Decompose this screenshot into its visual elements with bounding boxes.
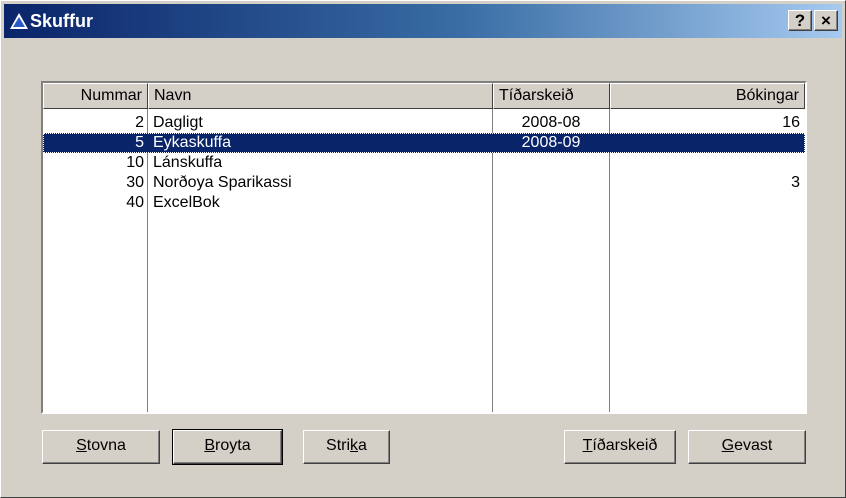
cell-navn: ExcelBok [153, 194, 220, 211]
cell-bokingar: 16 [782, 114, 800, 131]
cell-bokingar [613, 133, 800, 153]
title-bar[interactable]: Skuffur ? × [4, 4, 842, 38]
list-header: Nummar Navn Tíðarskeið Bókingar [43, 83, 805, 109]
strika-button[interactable]: Strika [303, 430, 390, 464]
gevast-label-rest: evast [734, 437, 773, 454]
cell-navn: Norðoya Sparikassi [153, 174, 292, 191]
tidarskeid-mnemonic: T [582, 437, 593, 454]
strika-label-rest: a [358, 437, 367, 454]
table-row[interactable]: 5 Eykaskuffa 2008-09 [43, 133, 805, 153]
cell-tidarskeid: 2008-09 [521, 134, 581, 151]
column-header-nummar[interactable]: Nummar [43, 83, 148, 109]
app-triangle-icon [10, 13, 28, 29]
tidarskeid-button[interactable]: Tíðarskeið [564, 430, 676, 464]
strika-label-pre: Stri [326, 437, 351, 454]
cell-nummar: 30 [126, 174, 144, 191]
table-row[interactable]: 2 Dagligt 2008-08 16 [43, 113, 805, 133]
column-header-navn[interactable]: Navn [148, 83, 493, 109]
cell-nummar: 40 [126, 194, 144, 211]
window-title: Skuffur [30, 11, 93, 31]
table-row[interactable]: 30 Norðoya Sparikassi 3 [43, 173, 805, 193]
broyta-label-rest: royta [215, 437, 251, 454]
help-button[interactable]: ? [788, 10, 812, 31]
cell-tidarskeid: 2008-08 [521, 114, 581, 131]
stovna-button[interactable]: Stovna [42, 430, 160, 464]
cell-tidarskeid [497, 173, 605, 193]
table-row[interactable]: 10 Lánskuffa [43, 153, 805, 173]
skuffur-dialog: Skuffur ? × Nummar Navn Tíðarskeið Bókin… [0, 0, 846, 498]
cell-bokingar: 3 [791, 174, 800, 191]
tidarskeid-label-rest: íðarskeið [592, 437, 658, 454]
cell-bokingar [613, 193, 800, 213]
table-row[interactable]: 40 ExcelBok [43, 193, 805, 213]
cell-nummar: 2 [135, 114, 144, 131]
stovna-mnemonic: S [76, 437, 87, 454]
cell-tidarskeid [497, 193, 605, 213]
strika-mnemonic: k [350, 437, 359, 454]
cell-navn: Eykaskuffa [153, 134, 231, 151]
broyta-mnemonic: B [204, 437, 216, 454]
gevast-button[interactable]: Gevast [688, 430, 806, 464]
cell-bokingar [613, 153, 800, 173]
cell-nummar: 5 [135, 134, 144, 151]
cell-navn: Lánskuffa [153, 154, 223, 171]
column-header-bokingar[interactable]: Bókingar [610, 83, 805, 109]
cell-nummar: 10 [126, 154, 144, 171]
cell-tidarskeid [497, 153, 605, 173]
close-button[interactable]: × [814, 10, 838, 31]
column-header-tidarskeid[interactable]: Tíðarskeið [493, 83, 610, 109]
stovna-label-rest: tovna [86, 437, 126, 454]
cell-navn: Dagligt [153, 114, 203, 131]
skuffur-list[interactable]: Nummar Navn Tíðarskeið Bókingar 2 Dagligt… [41, 81, 807, 414]
broyta-button[interactable]: Broyta [172, 429, 283, 465]
gevast-mnemonic: G [721, 437, 735, 454]
